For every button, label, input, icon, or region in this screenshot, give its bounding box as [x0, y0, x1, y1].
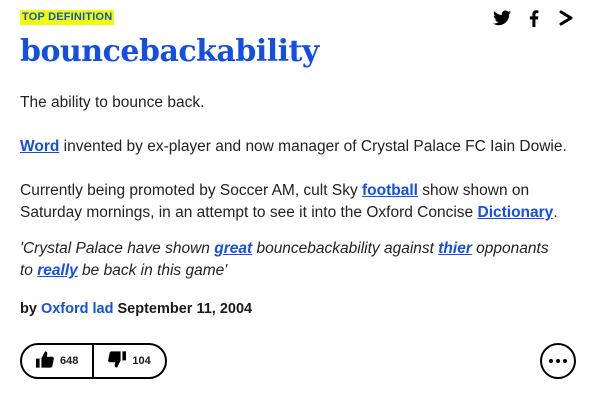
example-text: bouncebackability against — [252, 240, 439, 257]
definition-card: TOP DEFINITION bouncebackability The abi… — [20, 0, 576, 402]
meaning-paragraph-2: Word invented by ex-player and now manag… — [20, 136, 576, 158]
example-text: 'Crystal Palace have shown — [20, 240, 215, 257]
upvote-button[interactable]: 648 — [22, 345, 92, 377]
share-bar — [492, 8, 576, 28]
football-link[interactable]: football — [362, 182, 418, 199]
downvote-count: 104 — [132, 355, 151, 367]
contributor: by Oxford lad September 11, 2004 — [20, 301, 252, 317]
top-definition-badge: TOP DEFINITION — [20, 10, 115, 25]
thumbs-down-icon — [108, 351, 127, 371]
thumbs-up-icon — [36, 351, 54, 371]
more-dot — [549, 359, 553, 363]
more-dot — [556, 359, 560, 363]
more-options-button[interactable] — [540, 343, 576, 379]
contributor-date: September 11, 2004 — [113, 301, 253, 317]
meaning-text: invented by ex-player and now manager of… — [59, 138, 567, 155]
thier-link[interactable]: thier — [438, 240, 472, 257]
definition-meaning: The ability to bounce back. Word invente… — [20, 92, 576, 246]
share-icon[interactable] — [556, 8, 576, 28]
twitter-icon[interactable] — [492, 8, 512, 28]
facebook-icon[interactable] — [524, 8, 544, 28]
great-link[interactable]: great — [214, 240, 252, 257]
meaning-text: Currently being promoted by Soccer AM, c… — [20, 182, 363, 199]
word-title[interactable]: bouncebackability — [20, 34, 319, 69]
vote-group: 648 104 — [20, 343, 167, 379]
contributor-by: by — [20, 301, 41, 317]
author-link[interactable]: Oxford lad — [41, 301, 114, 317]
really-link[interactable]: really — [37, 262, 78, 279]
meaning-paragraph-1: The ability to bounce back. — [20, 94, 205, 111]
meaning-paragraph-3: Currently being promoted by Soccer AM, c… — [20, 180, 576, 224]
meaning-text: . — [553, 204, 558, 221]
example-text: be back in this game' — [77, 262, 228, 279]
word-link[interactable]: Word — [20, 138, 59, 155]
more-dot — [563, 359, 567, 363]
dictionary-link[interactable]: Dictionary — [478, 204, 554, 221]
definition-example: 'Crystal Palace have shown great bounceb… — [20, 238, 560, 282]
downvote-button[interactable]: 104 — [92, 345, 164, 377]
upvote-count: 648 — [60, 355, 79, 367]
